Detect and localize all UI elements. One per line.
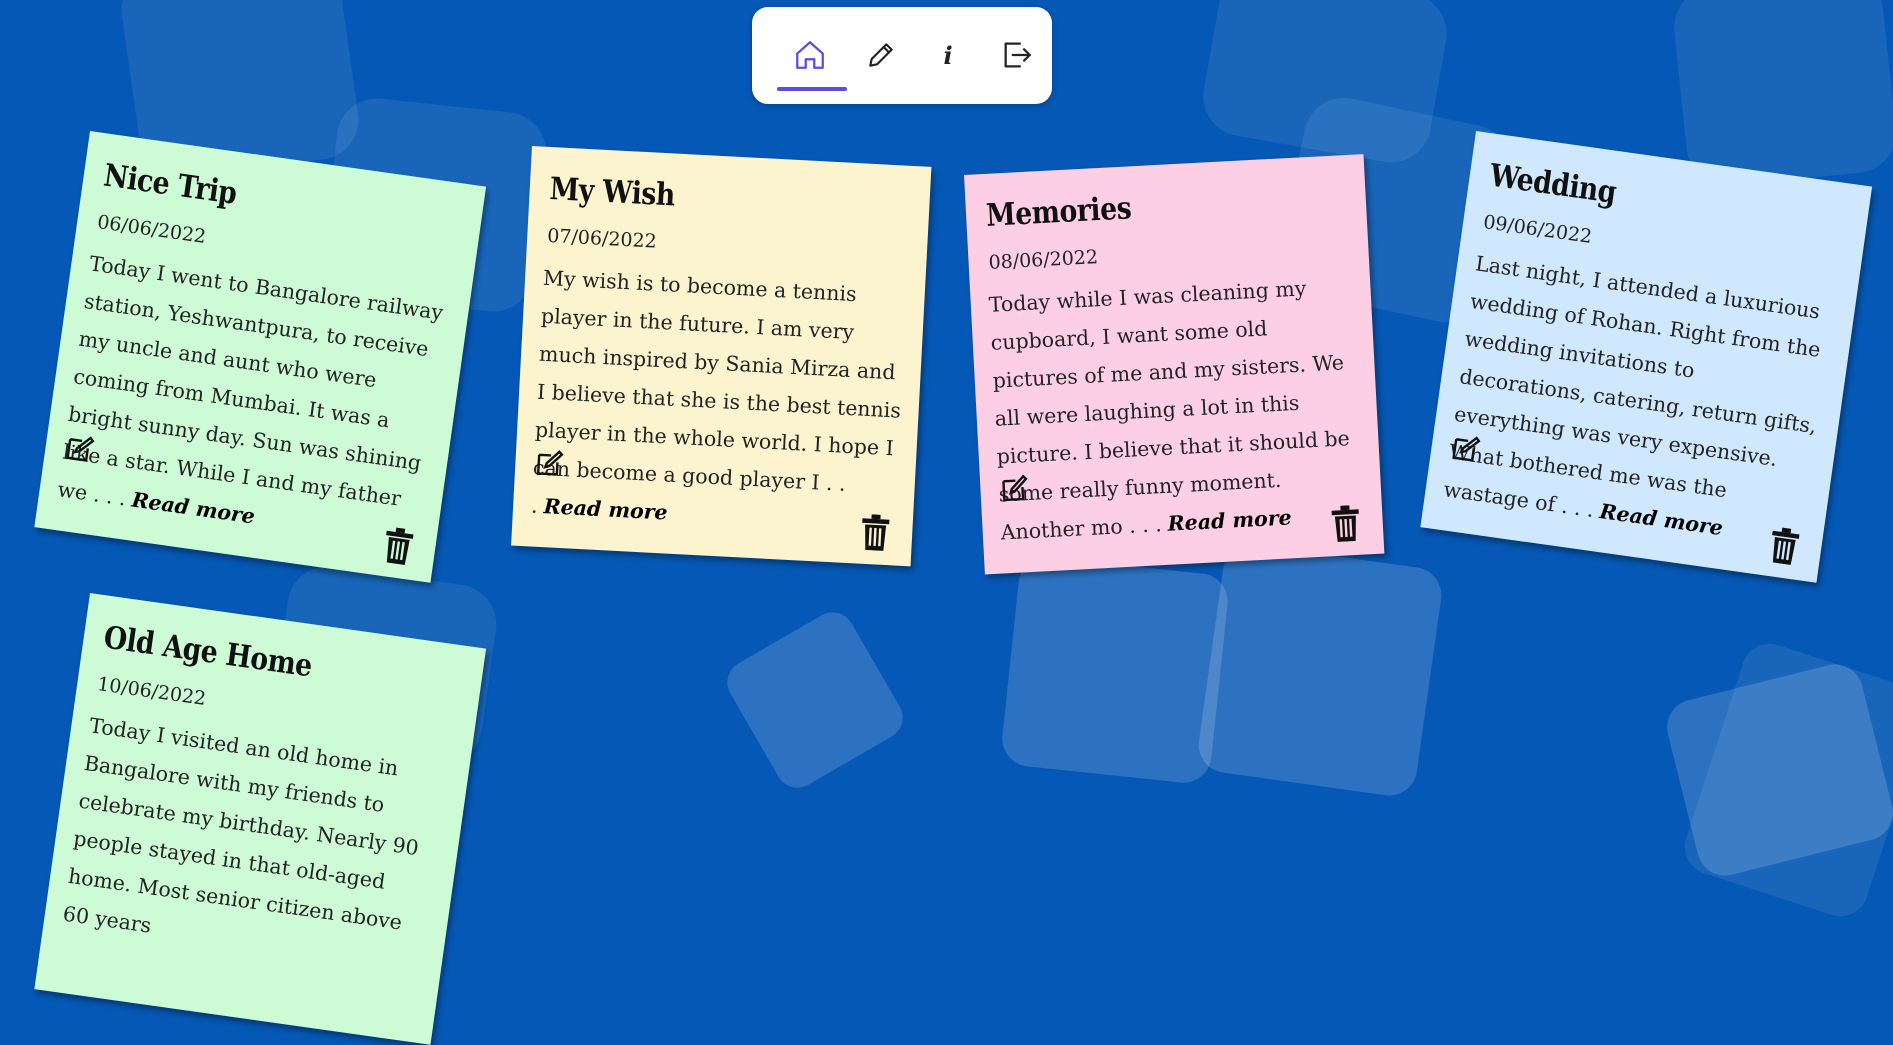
logout-icon	[1004, 42, 1031, 68]
note-body: Today while I was cleaning my cupboard, …	[988, 267, 1366, 552]
note-body-text: My wish is to become a tennis player in …	[530, 265, 902, 518]
background-shape	[719, 604, 911, 796]
edit-icon[interactable]	[1448, 431, 1484, 467]
nav-home-button[interactable]	[787, 31, 833, 79]
trash-icon[interactable]	[859, 514, 891, 552]
note-card[interactable]: Nice Trip 06/06/2022 Today I went to Ban…	[34, 131, 487, 583]
note-title: My Wish	[548, 171, 676, 214]
trash-icon[interactable]	[1767, 526, 1802, 566]
home-icon	[796, 41, 824, 69]
background-shape	[1195, 540, 1445, 800]
note-body: Today I went to Bangalore railway statio…	[55, 244, 453, 558]
note-date: 07/06/2022	[546, 224, 658, 253]
background-shape	[1677, 636, 1893, 924]
note-date: 10/06/2022	[95, 673, 208, 711]
note-card[interactable]: Wedding 09/06/2022 Last night, I attende…	[1420, 131, 1873, 583]
edit-icon[interactable]	[62, 431, 98, 467]
note-body-text: Last night, I attended a luxurious weddi…	[1442, 251, 1823, 522]
nav-active-indicator	[777, 87, 847, 91]
background-shape	[999, 554, 1231, 786]
note-date: 06/06/2022	[95, 211, 208, 249]
note-body-text: Today I visited an old home in Bangalore…	[61, 713, 421, 938]
note-date: 09/06/2022	[1481, 211, 1594, 249]
pencil-icon	[869, 43, 893, 67]
note-body: My wish is to become a tennis player in …	[530, 259, 908, 544]
nav-info-button[interactable]: i	[925, 31, 971, 79]
note-card[interactable]: Old Age Home 10/06/2022 Today I visited …	[34, 593, 487, 1045]
note-body: Last night, I attended a luxurious weddi…	[1441, 244, 1839, 558]
top-navbar: i	[752, 7, 1052, 104]
note-title: Wedding	[1487, 157, 1619, 211]
nav-logout-button[interactable]	[994, 31, 1040, 79]
note-date: 08/06/2022	[988, 246, 1099, 274]
read-more-link[interactable]: Read more	[130, 488, 256, 529]
read-more-link[interactable]: Read more	[543, 494, 668, 524]
trash-icon[interactable]	[381, 526, 416, 566]
background-shape	[1670, 0, 1893, 191]
nav-write-button[interactable]	[858, 31, 904, 79]
read-more-link[interactable]: Read more	[1598, 499, 1724, 540]
note-title: Memories	[985, 190, 1133, 234]
read-more-link[interactable]: Read more	[1167, 505, 1292, 535]
note-body-text: Today I went to Bangalore railway statio…	[56, 251, 445, 511]
edit-icon[interactable]	[533, 447, 567, 481]
trash-icon[interactable]	[1330, 505, 1362, 543]
note-title: Nice Trip	[101, 157, 239, 212]
note-title: Old Age Home	[101, 619, 315, 685]
note-body-text: Today while I was cleaning my cupboard, …	[988, 276, 1351, 545]
note-body: Today I visited an old home in Bangalore…	[61, 706, 454, 983]
note-card[interactable]: My Wish 07/06/2022 My wish is to become …	[511, 146, 932, 567]
edit-icon[interactable]	[998, 472, 1032, 506]
info-icon: i	[943, 40, 953, 70]
note-card[interactable]: Memories 08/06/2022 Today while I was cl…	[964, 154, 1385, 575]
